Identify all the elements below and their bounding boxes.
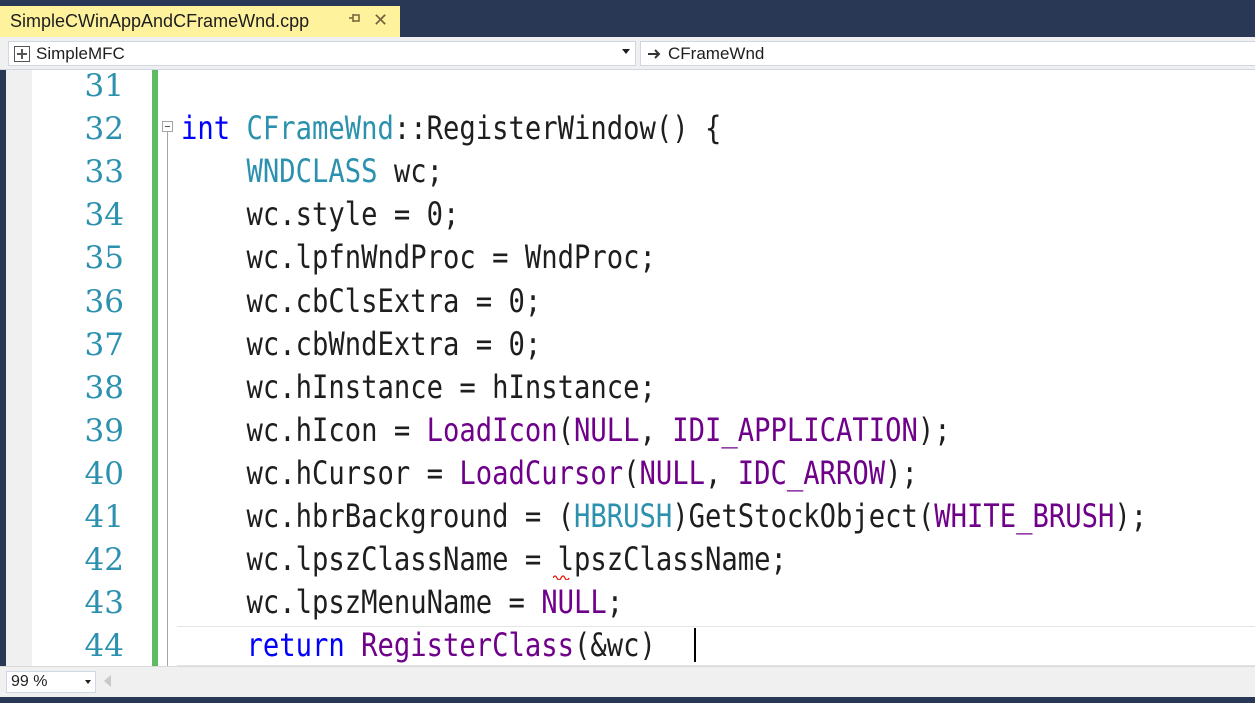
code-editor[interactable]: 31 32 int CFrameWnd::RegisterWindow() {33 …: [0, 70, 1255, 666]
pin-icon[interactable]: [348, 11, 362, 28]
code-line: wc.cbWndExtra = 0;: [181, 324, 542, 363]
line-number: 39: [84, 412, 124, 449]
line-number: 34: [84, 197, 124, 234]
code-line: wc.lpfnWndProc = WndProc;: [181, 238, 656, 276]
code-token: LoadIcon: [426, 410, 558, 449]
scope-name: CFrameWnd: [668, 43, 765, 63]
line-number: 44: [84, 628, 124, 665]
code-token: NULL: [574, 410, 640, 449]
chevron-down-icon[interactable]: [622, 49, 630, 54]
code-token: (: [623, 453, 640, 492]
text-caret: [694, 628, 696, 662]
code-token: ;: [606, 583, 624, 622]
indicator-margin: [6, 70, 32, 666]
line-number: 36: [84, 283, 124, 320]
line-number: 37: [84, 326, 124, 363]
change-tracking-bar: [152, 70, 158, 666]
code-token: (: [557, 410, 575, 449]
code-line: return RegisterClass(&wc): [181, 626, 656, 664]
scroll-left-icon[interactable]: [104, 675, 111, 687]
code-token: wc.lpszClassName = lpszClassName;: [181, 540, 787, 579]
code-token: wc;: [377, 152, 444, 191]
code-token: IDI_APPLICATION: [672, 410, 918, 449]
code-token: int: [181, 109, 231, 148]
zoom-dropdown[interactable]: 99 %: [6, 671, 96, 693]
line-number: 42: [84, 542, 124, 579]
code-token: )GetStockObject(: [672, 497, 935, 535]
code-token: IDC_ARROW: [737, 453, 886, 492]
window-border-bottom: [0, 697, 1255, 703]
code-token: WHITE_BRUSH: [934, 497, 1115, 535]
tab-title: SimpleCWinAppAndCFrameWnd.cpp: [10, 11, 310, 31]
project-dropdown[interactable]: SimpleMFC: [8, 41, 636, 66]
code-token: ,: [639, 410, 673, 449]
code-line: int CFrameWnd::RegisterWindow() {: [181, 109, 721, 147]
line-number: 33: [84, 154, 124, 191]
navigation-bar: SimpleMFC CFrameWnd: [0, 37, 1255, 70]
line-number: 40: [84, 455, 124, 492]
line-number: 35: [84, 240, 124, 277]
code-line: wc.lpszClassName = lpszClassName;: [181, 540, 787, 578]
code-token: ,: [705, 453, 738, 492]
code-token: return: [246, 626, 345, 665]
project-icon: [12, 44, 32, 64]
tab-bar: SimpleCWinAppAndCFrameWnd.cpp ✕: [0, 0, 1255, 37]
code-token: wc.cbWndExtra = 0;: [181, 324, 542, 363]
code-token: CFrameWnd: [246, 109, 394, 148]
code-line: wc.cbClsExtra = 0;: [181, 281, 542, 320]
code-token: wc.style = 0;: [181, 195, 460, 234]
tab-document[interactable]: SimpleCWinAppAndCFrameWnd.cpp ✕: [0, 6, 400, 37]
project-name: SimpleMFC: [36, 43, 125, 63]
code-token: wc.hbrBackground = (: [181, 497, 575, 535]
code-token: WNDCLASS: [246, 152, 378, 191]
code-token: );: [917, 410, 951, 449]
code-token: ::RegisterWindow() {: [393, 109, 722, 148]
code-token: NULL: [639, 453, 706, 492]
code-line: wc.hInstance = hInstance;: [181, 368, 656, 406]
line-number: 31: [84, 70, 124, 104]
code-line: wc.hIcon = LoadIcon(NULL, IDI_APPLICATIO…: [181, 411, 951, 449]
code-token: wc.lpszMenuName =: [181, 583, 542, 622]
code-token: wc.hIcon =: [181, 410, 427, 449]
close-icon[interactable]: ✕: [373, 9, 388, 31]
code-token: RegisterClass: [361, 626, 575, 665]
code-line: wc.lpszMenuName = NULL;: [181, 583, 624, 622]
line-number: 32: [84, 111, 124, 148]
code-token: wc.lpfnWndProc = WndProc;: [181, 238, 656, 277]
code-token: HBRUSH: [574, 497, 673, 535]
line-number: 38: [84, 369, 124, 406]
code-token: );: [885, 453, 918, 492]
code-token: wc.hCursor =: [181, 453, 460, 492]
chevron-down-icon[interactable]: [85, 680, 91, 684]
line-number: 43: [84, 585, 124, 622]
code-line: wc.hbrBackground = (HBRUSH)GetStockObjec…: [181, 497, 1148, 535]
code-token: (&wc): [574, 626, 656, 665]
code-token: LoadCursor: [459, 453, 624, 492]
scope-dropdown[interactable]: CFrameWnd: [640, 41, 1255, 66]
collapse-icon[interactable]: [162, 121, 173, 132]
code-line: wc.hCursor = LoadCursor(NULL, IDC_ARROW)…: [181, 454, 918, 492]
zoom-level: 99 %: [11, 673, 48, 690]
code-line: WNDCLASS wc;: [181, 152, 444, 191]
line-number: 41: [84, 499, 124, 535]
code-token: NULL: [541, 583, 607, 622]
code-token: wc.hInstance = hInstance;: [181, 367, 656, 406]
code-token: );: [1114, 497, 1148, 535]
code-line: wc.style = 0;: [181, 195, 460, 234]
arrow-right-icon: [644, 44, 664, 64]
editor-status-bar: 99 %: [0, 666, 1255, 697]
code-token: wc.cbClsExtra = 0;: [181, 281, 542, 320]
outline-line: [167, 132, 168, 666]
